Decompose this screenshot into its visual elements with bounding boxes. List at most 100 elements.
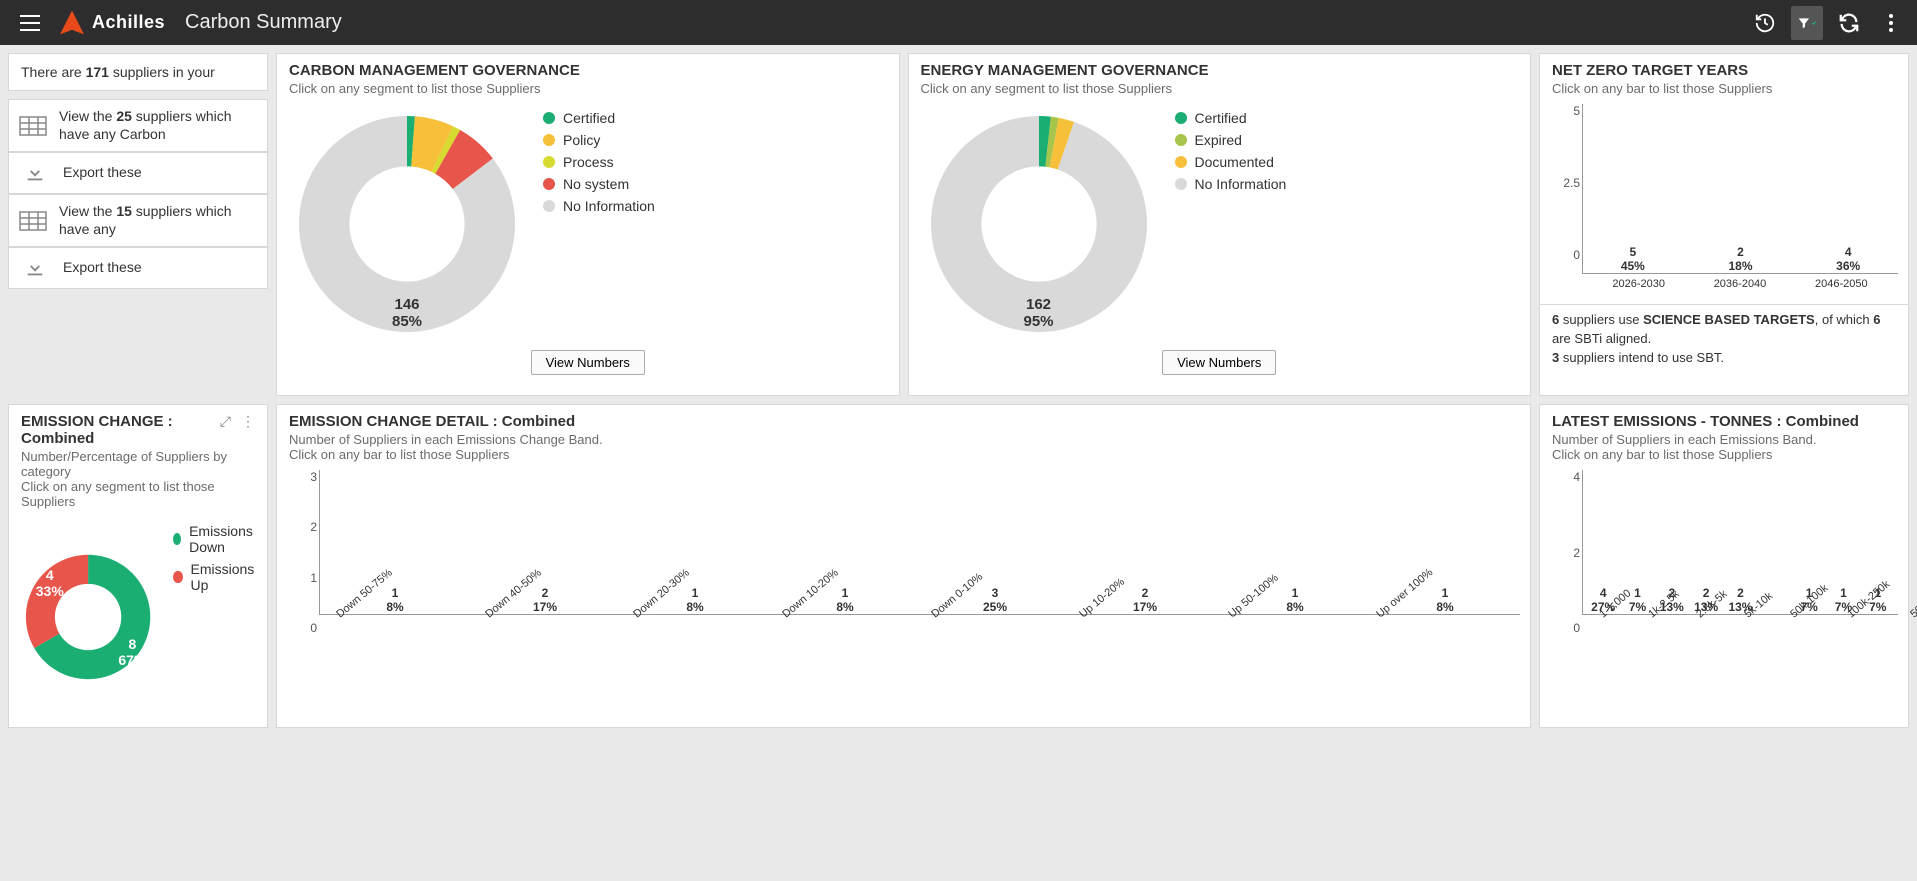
- view-numbers-button[interactable]: View Numbers: [1162, 350, 1276, 375]
- legend-swatch: [1175, 112, 1187, 124]
- legend-item[interactable]: Documented: [1175, 154, 1521, 170]
- emchange-sub2: Click on any segment to list those Suppl…: [21, 479, 255, 509]
- emdetail-title: EMISSION CHANGE DETAIL : Combined: [289, 413, 1518, 430]
- link-label: Export these: [63, 259, 142, 277]
- latest-title: LATEST EMISSIONS - TONNES : Combined: [1552, 413, 1896, 430]
- net-zero-card: NET ZERO TARGET YEARS Click on any bar t…: [1539, 53, 1909, 396]
- page-title: Carbon Summary: [185, 11, 342, 34]
- more-icon[interactable]: [1875, 7, 1907, 39]
- legend-item[interactable]: No system: [543, 176, 889, 192]
- export-link[interactable]: Export these: [8, 152, 268, 194]
- legend-item[interactable]: Process: [543, 154, 889, 170]
- legend-swatch: [1175, 156, 1187, 168]
- energy-gov-donut[interactable]: 16295%: [919, 104, 1159, 344]
- bar-plot: 5 45%2 18%4 36%: [1582, 104, 1898, 274]
- legend-item[interactable]: Certified: [543, 110, 889, 126]
- donut-center-label: 16295%: [919, 296, 1159, 330]
- legend-label: Certified: [1195, 110, 1247, 126]
- emission-change-card: ⤢ ⋮ EMISSION CHANGE : Combined Number/Pe…: [8, 404, 268, 728]
- energy-gov-legend: Certified Expired Documented No Information: [1175, 104, 1521, 198]
- carbon-governance-card: CARBON MANAGEMENT GOVERNANCE Click on an…: [276, 53, 900, 396]
- donut-slice-label: 433%: [36, 567, 64, 599]
- carbon-gov-legend: Certified Policy Process No system No Inform…: [543, 104, 889, 220]
- legend-label: Emissions Up: [191, 561, 257, 593]
- legend-label: Documented: [1195, 154, 1274, 170]
- brand-name: Achilles: [92, 12, 165, 33]
- emission-change-donut[interactable]: 867% 433%: [19, 517, 157, 717]
- x-axis-labels: Down 50-75%Down 40-50%Down 20-30%Down 10…: [319, 615, 1520, 663]
- legend-label: Certified: [563, 110, 615, 126]
- net-zero-footer: 6 suppliers use SCIENCE BASED TARGETS, o…: [1540, 304, 1908, 378]
- net-zero-sub: Click on any bar to list those Suppliers: [1552, 81, 1896, 96]
- net-zero-title: NET ZERO TARGET YEARS: [1552, 62, 1896, 79]
- carbon-gov-title: CARBON MANAGEMENT GOVERNANCE: [289, 62, 887, 79]
- menu-icon[interactable]: [14, 7, 46, 39]
- download-icon: [19, 256, 51, 280]
- link-label: View the 25 suppliers which have any Car…: [59, 108, 257, 143]
- emdetail-sub2: Click on any bar to list those Suppliers: [289, 447, 1518, 462]
- left-panel: There are 171 suppliers in your View the…: [8, 53, 268, 396]
- legend-item[interactable]: Expired: [1175, 132, 1521, 148]
- latest-sub1: Number of Suppliers in each Emissions Ba…: [1552, 432, 1896, 447]
- donut-slice-label: 867%: [118, 636, 146, 668]
- grid-icon: [19, 114, 47, 138]
- legend-label: Policy: [563, 132, 600, 148]
- emdetail-sub1: Number of Suppliers in each Emissions Ch…: [289, 432, 1518, 447]
- legend-item[interactable]: No Information: [1175, 176, 1521, 192]
- grid-icon: [19, 209, 47, 233]
- legend-label: No Information: [563, 198, 655, 214]
- legend-swatch: [543, 134, 555, 146]
- legend-swatch: [1175, 178, 1187, 190]
- refresh-icon[interactable]: [1833, 7, 1865, 39]
- bar-label: 5 45%: [1589, 245, 1677, 273]
- card-more-icon[interactable]: ⋮: [241, 413, 255, 430]
- x-axis-labels: 1-1,0001k-2.5k2.5k-5k5k-10k50k-100k100k-…: [1582, 615, 1898, 663]
- bar-label: 4 36%: [1804, 245, 1892, 273]
- view-link[interactable]: View the 15 suppliers which have any: [8, 194, 268, 247]
- export-link[interactable]: Export these: [8, 247, 268, 289]
- legend-swatch: [543, 200, 555, 212]
- latest-emissions-card: LATEST EMISSIONS - TONNES : Combined Num…: [1539, 404, 1909, 728]
- legend-label: Process: [563, 154, 614, 170]
- carbon-gov-donut[interactable]: 14685%: [287, 104, 527, 344]
- emission-detail-bar-chart[interactable]: 32101 8%2 17%1 8%1 8%3 25%2 17%1 8%1 8%D…: [287, 470, 1520, 663]
- legend-item[interactable]: No Information: [543, 198, 889, 214]
- history-icon[interactable]: [1749, 7, 1781, 39]
- energy-governance-card: ENERGY MANAGEMENT GOVERNANCE Click on an…: [908, 53, 1532, 396]
- legend-swatch: [543, 156, 555, 168]
- view-numbers-button[interactable]: View Numbers: [531, 350, 645, 375]
- legend-item[interactable]: Policy: [543, 132, 889, 148]
- brand-logo: Achilles: [60, 11, 165, 35]
- latest-sub2: Click on any bar to list those Suppliers: [1552, 447, 1896, 462]
- energy-gov-title: ENERGY MANAGEMENT GOVERNANCE: [921, 62, 1519, 79]
- download-icon: [19, 161, 51, 185]
- emchange-sub1: Number/Percentage of Suppliers by catego…: [21, 449, 255, 479]
- link-label: Export these: [63, 164, 142, 182]
- view-link[interactable]: View the 25 suppliers which have any Car…: [8, 99, 268, 152]
- legend-swatch: [543, 178, 555, 190]
- filter-icon[interactable]: [1791, 6, 1823, 40]
- legend-label: Expired: [1195, 132, 1242, 148]
- x-axis-labels: 2026-20302036-20402046-2050: [1582, 274, 1898, 290]
- energy-gov-sub: Click on any segment to list those Suppl…: [921, 81, 1519, 96]
- legend-swatch: [173, 533, 181, 545]
- legend-label: No system: [563, 176, 629, 192]
- expand-icon[interactable]: ⤢: [220, 413, 231, 430]
- y-axis: 3210: [287, 470, 317, 635]
- link-label: View the 15 suppliers which have any: [59, 203, 257, 238]
- donut-center-label: 14685%: [287, 296, 527, 330]
- legend-swatch: [543, 112, 555, 124]
- latest-emissions-bar-chart[interactable]: 4204 27%1 7%2 13%2 13%2 13%3 20%1 7%1 7%…: [1550, 470, 1898, 663]
- net-zero-bar-chart[interactable]: 52.505 45%2 18%4 36%2026-20302036-204020…: [1550, 104, 1898, 290]
- legend-swatch: [1175, 134, 1187, 146]
- legend-label: No Information: [1195, 176, 1287, 192]
- legend-label: Emissions Down: [189, 523, 257, 555]
- y-axis: 52.50: [1550, 104, 1580, 262]
- y-axis: 420: [1550, 470, 1580, 635]
- achilles-logo-icon: [60, 11, 84, 35]
- app-header: Achilles Carbon Summary: [0, 0, 1917, 45]
- legend-item[interactable]: Certified: [1175, 110, 1521, 126]
- supplier-count-summary: There are 171 suppliers in your: [8, 53, 268, 91]
- carbon-gov-sub: Click on any segment to list those Suppl…: [289, 81, 887, 96]
- emission-change-detail-card: EMISSION CHANGE DETAIL : Combined Number…: [276, 404, 1531, 728]
